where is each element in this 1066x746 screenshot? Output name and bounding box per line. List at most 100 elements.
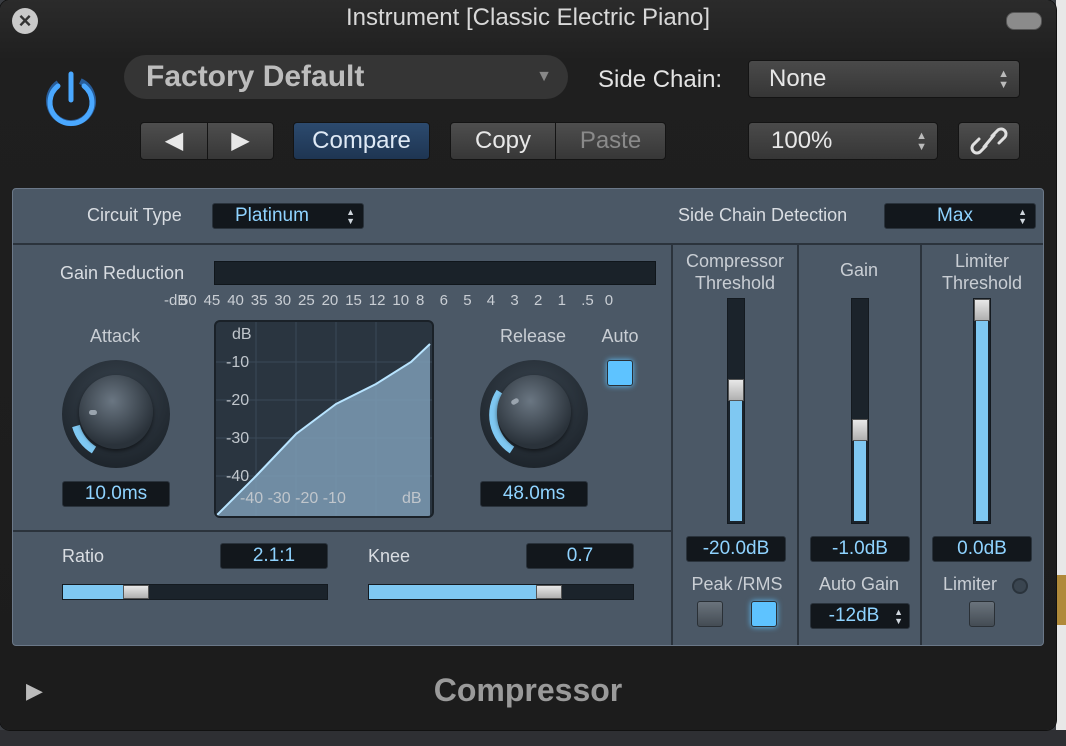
- compare-button[interactable]: Compare: [293, 122, 430, 160]
- auto-release-checkbox[interactable]: [607, 360, 633, 386]
- compressor-threshold-fader-thumb[interactable]: [728, 379, 744, 401]
- gain-reduction-scale-tick: 45: [203, 292, 221, 309]
- zoom-value: 100%: [771, 127, 833, 154]
- auto-gain-value: -12dB: [828, 605, 880, 626]
- peak-rms-label: Peak /RMS: [691, 574, 783, 594]
- copy-button[interactable]: Copy: [450, 122, 556, 160]
- release-value[interactable]: 48.0ms: [480, 481, 588, 507]
- stepper-arrows-icon: ▲ ▼: [1018, 207, 1027, 226]
- attack-knob[interactable]: [62, 360, 170, 468]
- ratio-slider[interactable]: [62, 584, 328, 600]
- gain-reduction-meter: [214, 261, 656, 285]
- gain-reduction-scale-tick: 40: [227, 292, 244, 309]
- window-title: Instrument [Classic Electric Piano]: [345, 4, 711, 31]
- gain-fader-thumb[interactable]: [852, 419, 868, 441]
- attack-value[interactable]: 10.0ms: [62, 481, 170, 507]
- triangle-left-icon: ◀: [164, 127, 184, 154]
- knee-slider-fill: [369, 585, 546, 599]
- gain-reduction-scale-tick: 3: [510, 292, 519, 309]
- side-chain-select[interactable]: None ▲ ▼: [748, 60, 1020, 98]
- gain-reduction-scale-tick: 50: [180, 292, 197, 309]
- compressor-threshold-fader[interactable]: [727, 298, 745, 524]
- circuit-type-value: Platinum: [235, 205, 309, 226]
- gain-reduction-scale-tick: 4: [486, 292, 496, 309]
- divider: [13, 530, 671, 532]
- knee-value[interactable]: 0.7: [526, 543, 634, 569]
- side-chain-detection-label: Side Chain Detection: [678, 205, 848, 225]
- link-icon: [970, 127, 1008, 155]
- zoom-select[interactable]: 100% ▲ ▼: [748, 122, 938, 160]
- plugin-name: Compressor: [433, 672, 623, 708]
- gain-value[interactable]: -1.0dB: [810, 536, 910, 562]
- limiter-threshold-label: Limiter Threshold: [922, 250, 1042, 294]
- ratio-slider-thumb[interactable]: [123, 585, 149, 599]
- gain-reduction-scale-tick: 15: [345, 292, 362, 309]
- compressor-threshold-label-line2: Threshold: [694, 273, 776, 293]
- stepper-arrows-icon: ▲ ▼: [894, 607, 903, 626]
- gain-reduction-scale-tick: 6: [439, 292, 448, 309]
- auto-gain-select[interactable]: -12dB ▲ ▼: [810, 603, 910, 629]
- side-chain-detection-select[interactable]: Max ▲ ▼: [884, 203, 1036, 229]
- circuit-type-select[interactable]: Platinum ▲ ▼: [212, 203, 364, 229]
- power-icon[interactable]: [40, 68, 102, 130]
- triangle-right-icon: ▶: [231, 127, 250, 154]
- knee-slider[interactable]: [368, 584, 634, 600]
- graph-y-unit: dB: [232, 326, 252, 343]
- compression-curve: [216, 322, 432, 516]
- compressor-threshold-label: Compressor Threshold: [674, 250, 796, 294]
- gain-reduction-label: Gain Reduction: [60, 263, 185, 283]
- graph-y-tick: -40: [226, 468, 250, 485]
- ratio-value[interactable]: 2.1:1: [220, 543, 328, 569]
- limiter-checkbox[interactable]: [969, 601, 995, 627]
- compressor-threshold-value[interactable]: -20.0dB: [686, 536, 786, 562]
- preset-selector[interactable]: Factory Default ▼: [124, 55, 568, 99]
- gain-reduction-scale-tick: 8: [416, 292, 425, 309]
- gain-reduction-scale-tick: 20: [321, 292, 339, 309]
- auto-gain-label: Auto Gain: [818, 574, 900, 594]
- link-button[interactable]: [958, 122, 1020, 160]
- previous-preset-button[interactable]: ◀: [140, 122, 208, 160]
- limiter-threshold-fader[interactable]: [973, 298, 991, 524]
- peak-checkbox[interactable]: [697, 601, 723, 627]
- gain-reduction-scale-tick: 5: [463, 292, 472, 309]
- side-chain-detection-value: Max: [937, 205, 973, 226]
- knob-indicator: [89, 410, 97, 415]
- graph-y-tick: -10: [226, 354, 250, 371]
- limiter-label: Limiter: [942, 574, 997, 594]
- release-knob[interactable]: [480, 360, 588, 468]
- compression-curve-display: [214, 320, 434, 518]
- knob-indicator: [510, 397, 520, 406]
- circuit-type-label: Circuit Type: [87, 205, 182, 225]
- plugin-window: × Instrument [Classic Electric Piano] Fa…: [0, 0, 1056, 730]
- divider: [920, 243, 922, 645]
- background-window-edge: [0, 730, 1066, 746]
- knee-slider-thumb[interactable]: [536, 585, 562, 599]
- gain-reduction-scale-tick: 30: [274, 292, 292, 309]
- next-preset-button[interactable]: ▶: [207, 122, 274, 160]
- background-window-edge: [1056, 0, 1066, 746]
- divider: [671, 243, 673, 645]
- gain-fader[interactable]: [851, 298, 869, 524]
- gain-reduction-scale-tick: 1: [557, 292, 566, 309]
- limiter-threshold-fader-thumb[interactable]: [974, 299, 990, 321]
- window-toolbar-toggle[interactable]: [1006, 12, 1042, 30]
- limiter-threshold-value[interactable]: 0.0dB: [932, 536, 1032, 562]
- paste-button[interactable]: Paste: [555, 122, 666, 160]
- release-label: Release: [499, 326, 567, 346]
- compressor-threshold-label-line1: Compressor: [685, 251, 785, 271]
- graph-x-unit: dB: [402, 490, 422, 507]
- knee-label: Knee: [368, 546, 411, 566]
- side-chain-label: Side Chain:: [598, 66, 723, 93]
- gain-reduction-scale-tick: 12: [368, 292, 386, 309]
- rms-checkbox[interactable]: [751, 601, 777, 627]
- stepper-arrows-icon: ▲ ▼: [916, 130, 927, 153]
- divider: [13, 243, 1043, 245]
- dropdown-arrow-icon: ▼: [536, 68, 552, 85]
- stepper-arrows-icon: ▲ ▼: [998, 68, 1009, 91]
- gain-reduction-scale-tick: 0: [604, 292, 614, 309]
- stepper-arrows-icon: ▲ ▼: [346, 207, 355, 226]
- fader-fill: [730, 391, 742, 521]
- graph-x-ticks: -40 -30 -20 -10: [240, 490, 346, 507]
- background-window-edge: [1056, 575, 1066, 625]
- fader-fill: [854, 431, 866, 521]
